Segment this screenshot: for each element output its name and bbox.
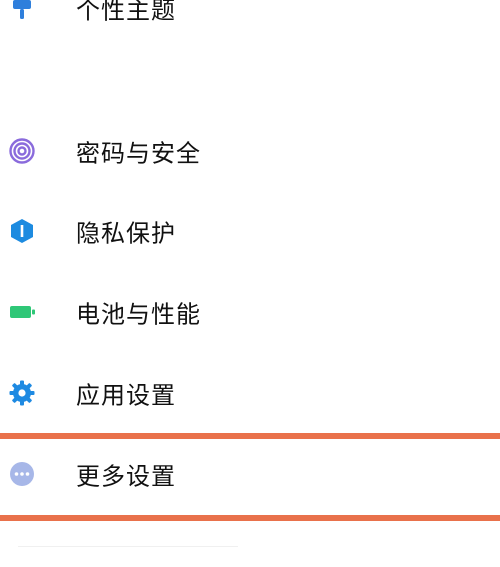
- gear-icon: [8, 379, 36, 407]
- settings-item-privacy[interactable]: 隐私保护: [0, 201, 500, 261]
- settings-item-label: 个性主题: [76, 0, 176, 25]
- settings-item-label: 隐私保护: [76, 219, 176, 248]
- settings-item-label: 密码与安全: [76, 139, 201, 168]
- settings-item-theme[interactable]: 个性主题: [0, 0, 500, 38]
- divider: [18, 546, 238, 547]
- more-dots-icon: [8, 460, 36, 488]
- settings-item-app-settings[interactable]: 应用设置: [0, 363, 500, 423]
- settings-item-battery[interactable]: 电池与性能: [0, 282, 500, 342]
- battery-icon: [8, 298, 36, 326]
- settings-item-password-security[interactable]: 密码与安全: [0, 121, 500, 181]
- theme-brush-icon: [8, 0, 36, 22]
- highlight-frame-top: [0, 433, 500, 439]
- settings-item-label: 电池与性能: [76, 300, 201, 329]
- settings-item-more-settings[interactable]: 更多设置: [0, 444, 500, 504]
- privacy-shield-icon: [8, 217, 36, 245]
- settings-item-label: 应用设置: [76, 381, 176, 410]
- highlight-frame-bottom: [0, 515, 500, 521]
- fingerprint-icon: [8, 137, 36, 165]
- settings-item-label: 更多设置: [76, 462, 176, 491]
